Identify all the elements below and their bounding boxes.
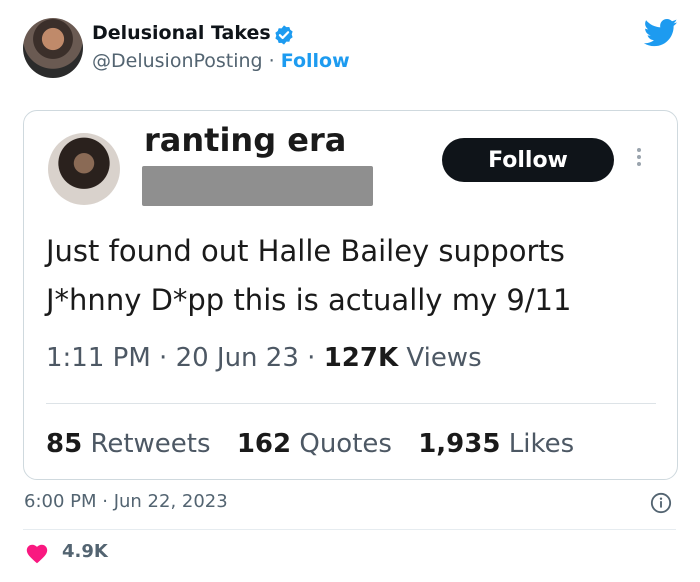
author-handle-row: @DelusionPosting · Follow xyxy=(92,50,350,72)
embedded-tweet-text: Just found out Halle Bailey supports J*h… xyxy=(46,227,666,325)
retweets-stat: 85 Retweets xyxy=(46,429,211,459)
info-icon[interactable] xyxy=(650,492,672,514)
embedded-divider xyxy=(46,403,656,404)
likes-stat: 1,935 Likes xyxy=(418,429,574,459)
heart-icon[interactable] xyxy=(25,542,49,564)
footer-divider xyxy=(23,529,676,530)
embedded-tweet-card[interactable]: ranting era Follow Just found out Halle … xyxy=(23,110,678,480)
separator-dot: · xyxy=(268,50,275,72)
likes-label: Likes xyxy=(508,429,575,459)
views-count: 127K xyxy=(323,343,399,373)
embedded-display-name: ranting era xyxy=(144,121,347,159)
quotes-stat: 162 Quotes xyxy=(237,429,392,459)
retweets-count: 85 xyxy=(46,429,83,459)
quotes-count: 162 xyxy=(236,429,292,459)
verified-icon xyxy=(275,25,293,45)
tweet-timestamp[interactable]: 6:00 PM · Jun 22, 2023 xyxy=(24,491,228,512)
tweet-text-line-2: J*hnny D*pp this is actually my 9/11 xyxy=(46,283,572,317)
embedded-date: 20 Jun 23 xyxy=(175,343,299,373)
retweets-label: Retweets xyxy=(90,429,211,459)
author-handle[interactable]: @DelusionPosting xyxy=(92,50,263,72)
embedded-follow-button: Follow xyxy=(442,138,614,182)
embedded-stats-row: 85 Retweets 162 Quotes 1,935 Likes xyxy=(46,429,592,459)
author-avatar[interactable] xyxy=(23,18,83,78)
redacted-handle-bar xyxy=(142,166,373,206)
meta-separator: · xyxy=(159,343,176,373)
like-count[interactable]: 4.9K xyxy=(62,541,108,562)
twitter-bird-icon[interactable] xyxy=(644,18,678,48)
embedded-time: 1:11 PM xyxy=(46,343,151,373)
author-display-name[interactable]: Delusional Takes xyxy=(92,22,271,44)
tweet-text-line-1: Just found out Halle Bailey supports xyxy=(46,234,565,268)
embedded-meta-row: 1:11 PM · 20 Jun 23 · 127K Views xyxy=(46,343,482,373)
more-options-icon xyxy=(634,145,644,175)
meta-separator: · xyxy=(307,343,324,373)
embedded-avatar xyxy=(48,133,120,205)
follow-link[interactable]: Follow xyxy=(281,50,350,72)
views-label: Views xyxy=(406,343,482,373)
quotes-label: Quotes xyxy=(299,429,392,459)
likes-count: 1,935 xyxy=(418,429,501,459)
